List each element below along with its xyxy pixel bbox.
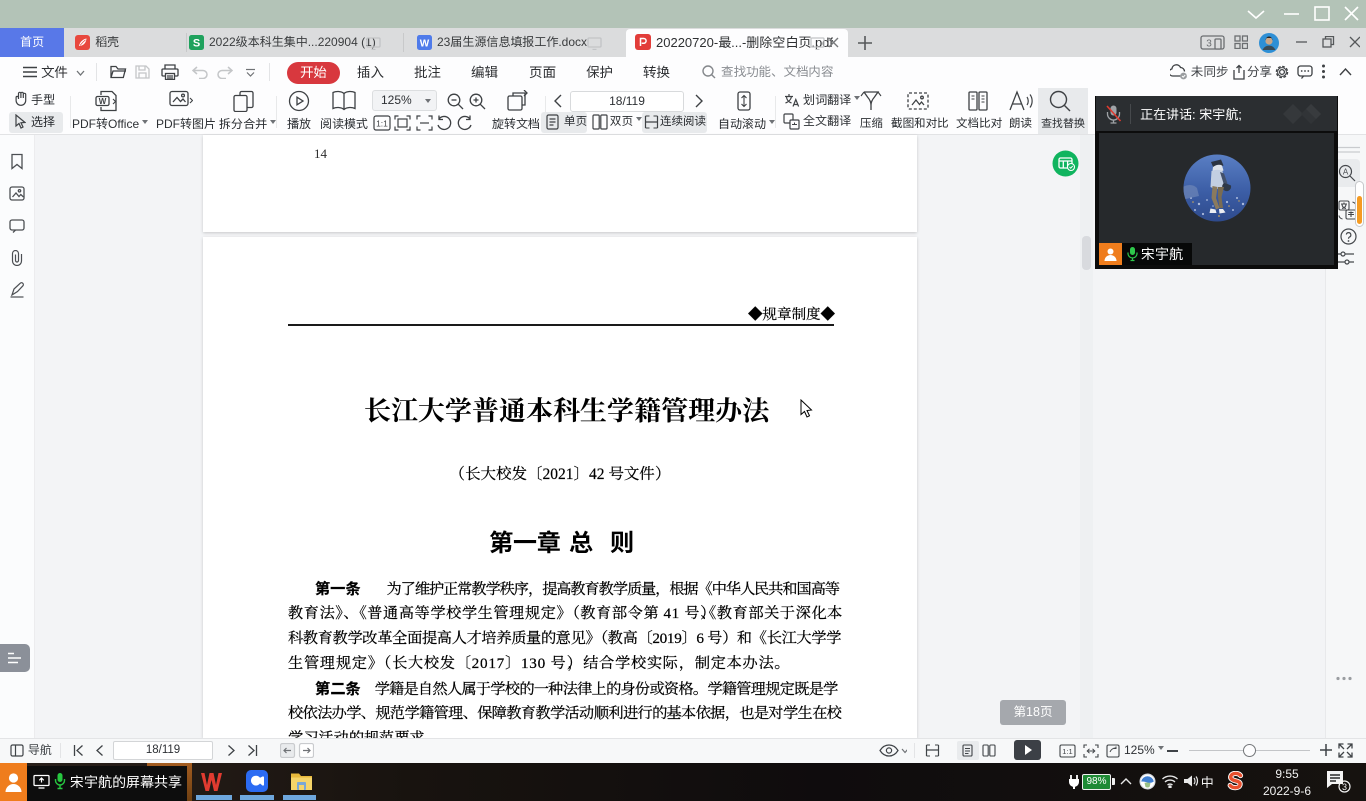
svg-text:3: 3: [1342, 782, 1347, 792]
svg-text:1:1: 1:1: [1062, 747, 1072, 756]
svg-text:W: W: [99, 97, 107, 106]
svg-text:W: W: [420, 39, 430, 50]
svg-text:A: A: [1343, 168, 1349, 177]
svg-text:3: 3: [1206, 39, 1212, 50]
svg-text:S: S: [193, 38, 200, 50]
svg-text:1:1: 1:1: [376, 119, 388, 129]
